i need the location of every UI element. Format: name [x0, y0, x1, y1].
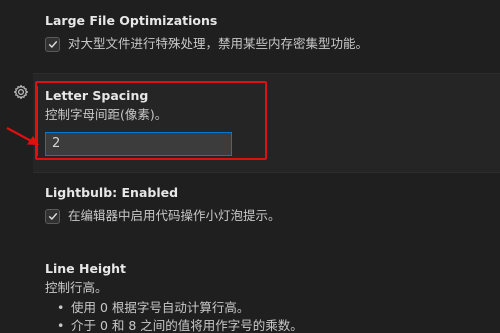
setting-category: Lightbulb: — [45, 185, 122, 200]
setting-title: Large File Optimizations — [45, 13, 218, 28]
check-icon — [48, 212, 57, 220]
description-bullets: 使用 0 根据字号自动计算行高。 介于 0 和 8 之间的值将用作字号的乘数。 — [45, 299, 500, 333]
setting-lightbulb-enabled: Lightbulb: Enabled 在编辑器中启用代码操作小灯泡提示。 — [45, 185, 500, 225]
setting-large-file-optimizations: Large File Optimizations 对大型文件进行特殊处理，禁用某… — [45, 13, 500, 53]
checkbox-row: 对大型文件进行特殊处理，禁用某些内存密集型功能。 — [45, 35, 500, 53]
bullet-item: 介于 0 和 8 之间的值将用作字号的乘数。 — [45, 317, 500, 333]
setting-title: Lightbulb: Enabled — [45, 185, 500, 201]
check-icon — [48, 40, 57, 48]
settings-editor: Large File Optimizations 对大型文件进行特殊处理，禁用某… — [0, 0, 500, 333]
checkbox-label: 在编辑器中启用代码操作小灯泡提示。 — [68, 208, 281, 223]
checkbox-row: 在编辑器中启用代码操作小灯泡提示。 — [45, 207, 500, 225]
gear-icon[interactable] — [13, 84, 29, 100]
large-file-checkbox[interactable] — [45, 36, 60, 52]
red-arrow-annotation — [6, 127, 39, 145]
lightbulb-checkbox[interactable] — [45, 208, 60, 224]
setting-description: 控制行高。 — [45, 280, 108, 295]
annotation-highlight-box — [35, 81, 267, 160]
setting-title: Line Height — [45, 261, 127, 276]
bullet-item: 使用 0 根据字号自动计算行高。 — [45, 299, 500, 317]
checkbox-label: 对大型文件进行特殊处理，禁用某些内存密集型功能。 — [68, 36, 369, 51]
setting-name: Enabled — [121, 185, 179, 200]
setting-line-height: Line Height 控制行高。 使用 0 根据字号自动计算行高。 介于 0 … — [45, 261, 500, 333]
